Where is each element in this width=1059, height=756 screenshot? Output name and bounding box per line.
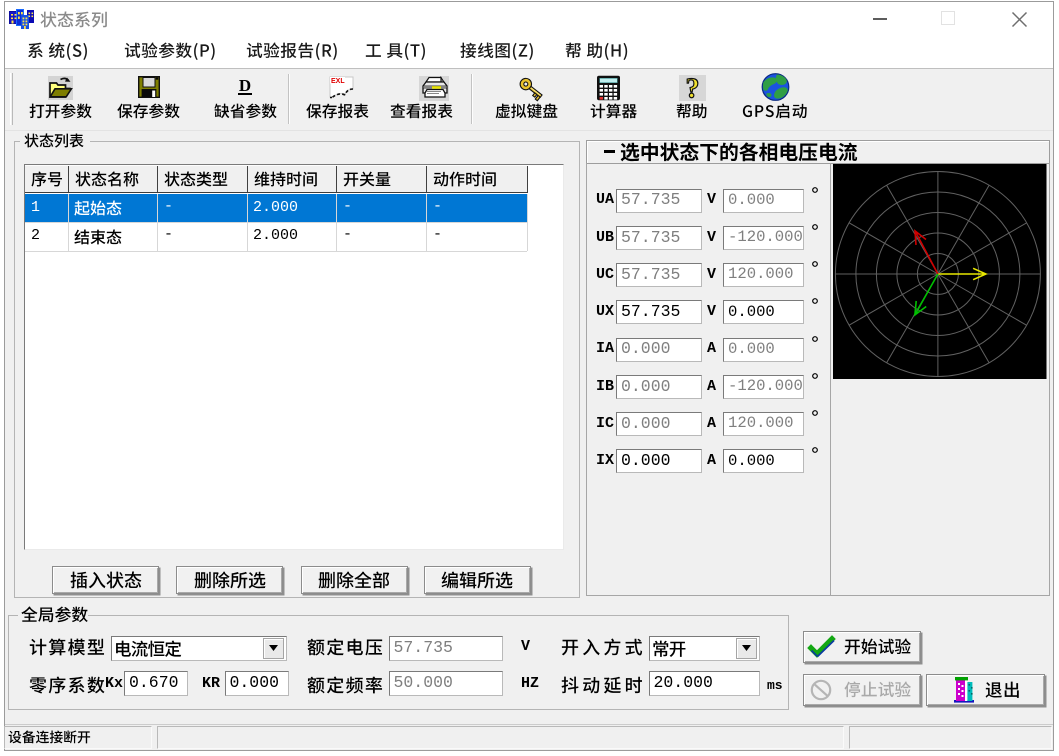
svg-text:EXL: EXL: [331, 78, 345, 85]
svg-text:?: ?: [686, 74, 700, 105]
